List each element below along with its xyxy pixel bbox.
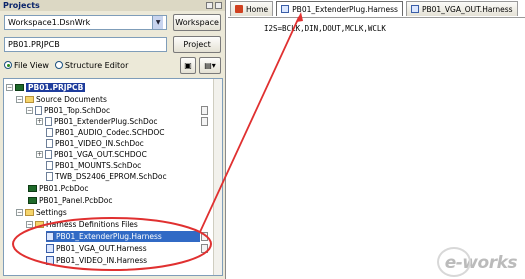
projects-panel: Projects Workspace1.DsnWrk ▼ Workspace P… (0, 0, 226, 279)
schematic-icon (46, 161, 53, 170)
chevron-down-icon[interactable]: ▼ (152, 15, 164, 29)
tree-scrollbar[interactable] (213, 79, 222, 275)
document-flag-icon (201, 232, 208, 241)
project-options-icon[interactable]: ▣ (180, 56, 196, 74)
schematic-icon (45, 150, 52, 159)
document-tabs: Home PB01_ExtenderPlug.Harness PB01_VGA_… (230, 1, 525, 17)
schematic-icon (46, 172, 53, 181)
folder-icon (25, 209, 34, 216)
harness-code-line: I2S=BCLK,DIN,DOUT,MCLK,WCLK (264, 24, 386, 33)
project-button[interactable]: Project (173, 35, 221, 53)
workspace-button[interactable]: Workspace (173, 13, 221, 31)
panel-title: Projects (3, 1, 40, 10)
folder-icon (35, 221, 44, 228)
tree-settings[interactable]: − Settings (16, 207, 67, 218)
watermark: e-works (436, 247, 518, 277)
document-flag-icon (201, 117, 208, 126)
close-icon[interactable] (215, 2, 222, 9)
tree-pcb[interactable]: PB01.PcbDoc (28, 183, 89, 194)
document-flag-icon (201, 106, 208, 115)
tab-vga-out-harness[interactable]: PB01_VGA_OUT.Harness (405, 1, 518, 16)
tree-item[interactable]: + PB01_ExtenderPlug.SchDoc (36, 116, 158, 127)
project-tree: − PB01.PRJPCB − Source Documents − PB01_Top… (3, 78, 223, 276)
pcb-icon (28, 197, 37, 204)
schematic-icon (45, 117, 52, 126)
tree-panel-pcb[interactable]: PB01_Panel.PcbDoc (28, 195, 112, 206)
tree-item[interactable]: + PB01_VGA_OUT.SCHDOC (36, 149, 147, 160)
harness-icon (46, 232, 54, 241)
tree-harness-item[interactable]: PB01_VIDEO_IN.Harness (46, 255, 147, 266)
workspace-select[interactable]: Workspace1.DsnWrk ▼ (4, 14, 168, 30)
tree-harness-item-selected[interactable]: PB01_ExtenderPlug.Harness (46, 231, 200, 242)
file-view-radio[interactable]: File View (4, 61, 49, 70)
harness-icon (46, 244, 54, 253)
tree-harness-folder[interactable]: − Harness Definitions Files (26, 219, 138, 230)
panel-titlebar: Projects (0, 0, 225, 11)
folder-icon (25, 96, 34, 103)
harness-icon (281, 5, 290, 13)
tree-item[interactable]: PB01_VIDEO_IN.SchDoc (46, 138, 144, 149)
view-options-icon[interactable]: ▤▾ (199, 56, 221, 74)
harness-icon (46, 256, 54, 265)
pin-icon[interactable] (206, 2, 213, 9)
project-field[interactable]: PB01.PRJPCB (4, 36, 168, 52)
tree-source-documents[interactable]: − Source Documents (16, 94, 107, 105)
tree-root[interactable]: − PB01.PRJPCB (6, 82, 86, 93)
tab-home[interactable]: Home (230, 1, 274, 16)
structure-editor-radio[interactable]: Structure Editor (54, 61, 128, 70)
tree-harness-item[interactable]: PB01_VGA_OUT.Harness (46, 243, 147, 254)
tab-extenderplug-harness[interactable]: PB01_ExtenderPlug.Harness (276, 1, 403, 16)
pcb-icon (28, 185, 37, 192)
view-row: File View Structure Editor ▣ ▤▾ (4, 56, 221, 74)
tree-item[interactable]: PB01_MOUNTS.SchDoc (46, 160, 141, 171)
schematic-icon (46, 139, 53, 148)
document-flag-icon (201, 244, 208, 253)
project-icon (15, 84, 24, 91)
tree-item[interactable]: TWB_DS2406_EPROM.SchDoc (46, 171, 167, 182)
harness-icon (410, 5, 419, 13)
schematic-icon (46, 128, 53, 137)
workspace-row: Workspace1.DsnWrk ▼ Workspace (4, 13, 221, 31)
tree-top[interactable]: − PB01_Top.SchDoc (26, 105, 110, 116)
project-row: PB01.PRJPCB Project (4, 35, 221, 53)
schematic-icon (35, 106, 42, 115)
tree-item[interactable]: PB01_AUDIO_Codec.SCHDOC (46, 127, 164, 138)
home-icon (235, 5, 243, 13)
harness-editor[interactable]: I2S=BCLK,DIN,DOUT,MCLK,WCLK e-works (228, 17, 525, 279)
